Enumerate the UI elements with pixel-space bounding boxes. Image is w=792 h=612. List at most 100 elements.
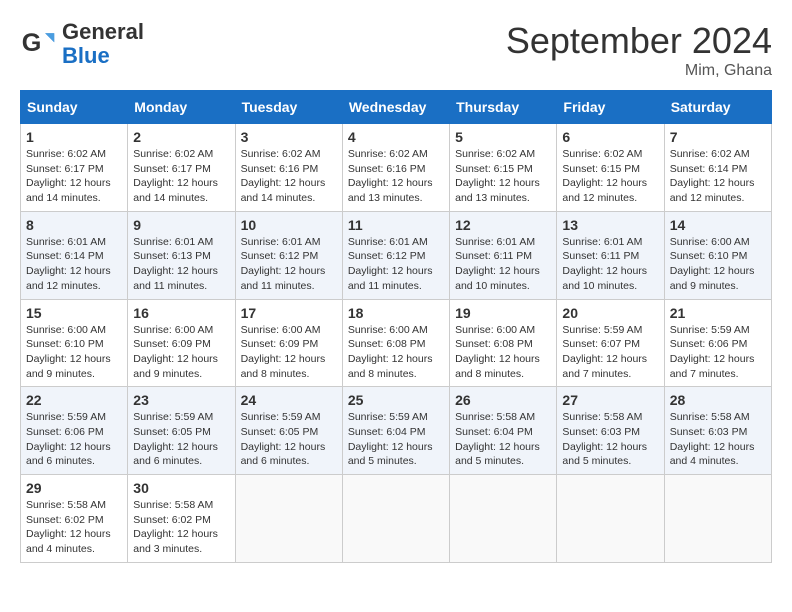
day-number: 17 <box>241 305 337 321</box>
day-header-friday: Friday <box>557 91 664 124</box>
day-info: Sunrise: 5:59 AM Sunset: 6:06 PM Dayligh… <box>26 410 122 469</box>
calendar-cell: 26 Sunrise: 5:58 AM Sunset: 6:04 PM Dayl… <box>450 387 557 475</box>
day-number: 19 <box>455 305 551 321</box>
calendar-cell: 2 Sunrise: 6:02 AM Sunset: 6:17 PM Dayli… <box>128 124 235 212</box>
calendar-week-row: 15 Sunrise: 6:00 AM Sunset: 6:10 PM Dayl… <box>21 299 772 387</box>
day-info: Sunrise: 5:58 AM Sunset: 6:03 PM Dayligh… <box>670 410 766 469</box>
calendar-cell: 7 Sunrise: 6:02 AM Sunset: 6:14 PM Dayli… <box>664 124 771 212</box>
svg-text:G: G <box>22 29 42 57</box>
calendar-week-row: 1 Sunrise: 6:02 AM Sunset: 6:17 PM Dayli… <box>21 124 772 212</box>
day-number: 24 <box>241 392 337 408</box>
day-number: 13 <box>562 217 658 233</box>
day-number: 16 <box>133 305 229 321</box>
day-number: 2 <box>133 129 229 145</box>
day-number: 25 <box>348 392 444 408</box>
day-number: 3 <box>241 129 337 145</box>
calendar-cell: 21 Sunrise: 5:59 AM Sunset: 6:06 PM Dayl… <box>664 299 771 387</box>
day-number: 14 <box>670 217 766 233</box>
calendar-table: SundayMondayTuesdayWednesdayThursdayFrid… <box>20 90 772 563</box>
calendar-cell: 10 Sunrise: 6:01 AM Sunset: 6:12 PM Dayl… <box>235 211 342 299</box>
day-number: 26 <box>455 392 551 408</box>
day-info: Sunrise: 6:00 AM Sunset: 6:10 PM Dayligh… <box>670 235 766 294</box>
day-info: Sunrise: 6:02 AM Sunset: 6:16 PM Dayligh… <box>241 147 337 206</box>
calendar-cell: 13 Sunrise: 6:01 AM Sunset: 6:11 PM Dayl… <box>557 211 664 299</box>
calendar-cell: 19 Sunrise: 6:00 AM Sunset: 6:08 PM Dayl… <box>450 299 557 387</box>
day-info: Sunrise: 5:59 AM Sunset: 6:07 PM Dayligh… <box>562 323 658 382</box>
day-info: Sunrise: 5:59 AM Sunset: 6:06 PM Dayligh… <box>670 323 766 382</box>
day-info: Sunrise: 6:01 AM Sunset: 6:11 PM Dayligh… <box>455 235 551 294</box>
calendar-cell: 5 Sunrise: 6:02 AM Sunset: 6:15 PM Dayli… <box>450 124 557 212</box>
calendar-cell: 18 Sunrise: 6:00 AM Sunset: 6:08 PM Dayl… <box>342 299 449 387</box>
calendar-cell: 8 Sunrise: 6:01 AM Sunset: 6:14 PM Dayli… <box>21 211 128 299</box>
calendar-cell <box>235 475 342 563</box>
day-info: Sunrise: 6:01 AM Sunset: 6:12 PM Dayligh… <box>241 235 337 294</box>
day-info: Sunrise: 6:00 AM Sunset: 6:09 PM Dayligh… <box>133 323 229 382</box>
calendar-cell <box>664 475 771 563</box>
location: Mim, Ghana <box>506 62 772 80</box>
calendar-cell: 22 Sunrise: 5:59 AM Sunset: 6:06 PM Dayl… <box>21 387 128 475</box>
calendar-cell: 9 Sunrise: 6:01 AM Sunset: 6:13 PM Dayli… <box>128 211 235 299</box>
calendar-cell: 20 Sunrise: 5:59 AM Sunset: 6:07 PM Dayl… <box>557 299 664 387</box>
day-number: 28 <box>670 392 766 408</box>
day-header-wednesday: Wednesday <box>342 91 449 124</box>
day-header-tuesday: Tuesday <box>235 91 342 124</box>
calendar-cell: 29 Sunrise: 5:58 AM Sunset: 6:02 PM Dayl… <box>21 475 128 563</box>
day-info: Sunrise: 6:01 AM Sunset: 6:11 PM Dayligh… <box>562 235 658 294</box>
day-info: Sunrise: 6:00 AM Sunset: 6:09 PM Dayligh… <box>241 323 337 382</box>
calendar-cell: 23 Sunrise: 5:59 AM Sunset: 6:05 PM Dayl… <box>128 387 235 475</box>
calendar-cell: 6 Sunrise: 6:02 AM Sunset: 6:15 PM Dayli… <box>557 124 664 212</box>
calendar-cell: 12 Sunrise: 6:01 AM Sunset: 6:11 PM Dayl… <box>450 211 557 299</box>
day-number: 20 <box>562 305 658 321</box>
calendar-cell: 11 Sunrise: 6:01 AM Sunset: 6:12 PM Dayl… <box>342 211 449 299</box>
day-info: Sunrise: 6:02 AM Sunset: 6:17 PM Dayligh… <box>133 147 229 206</box>
day-number: 1 <box>26 129 122 145</box>
logo-icon: G <box>20 26 56 62</box>
day-number: 21 <box>670 305 766 321</box>
day-info: Sunrise: 5:59 AM Sunset: 6:04 PM Dayligh… <box>348 410 444 469</box>
page-header: G General Blue September 2024 Mim, Ghana <box>20 20 772 80</box>
day-info: Sunrise: 6:01 AM Sunset: 6:13 PM Dayligh… <box>133 235 229 294</box>
calendar-cell <box>342 475 449 563</box>
calendar-header-row: SundayMondayTuesdayWednesdayThursdayFrid… <box>21 91 772 124</box>
calendar-cell: 30 Sunrise: 5:58 AM Sunset: 6:02 PM Dayl… <box>128 475 235 563</box>
calendar-cell: 28 Sunrise: 5:58 AM Sunset: 6:03 PM Dayl… <box>664 387 771 475</box>
day-number: 22 <box>26 392 122 408</box>
calendar-cell: 25 Sunrise: 5:59 AM Sunset: 6:04 PM Dayl… <box>342 387 449 475</box>
day-number: 4 <box>348 129 444 145</box>
day-info: Sunrise: 5:59 AM Sunset: 6:05 PM Dayligh… <box>241 410 337 469</box>
day-info: Sunrise: 6:02 AM Sunset: 6:16 PM Dayligh… <box>348 147 444 206</box>
logo-text: General Blue <box>62 20 144 68</box>
day-number: 9 <box>133 217 229 233</box>
day-header-monday: Monday <box>128 91 235 124</box>
calendar-cell: 14 Sunrise: 6:00 AM Sunset: 6:10 PM Dayl… <box>664 211 771 299</box>
calendar-week-row: 22 Sunrise: 5:59 AM Sunset: 6:06 PM Dayl… <box>21 387 772 475</box>
calendar-cell <box>450 475 557 563</box>
calendar-week-row: 29 Sunrise: 5:58 AM Sunset: 6:02 PM Dayl… <box>21 475 772 563</box>
day-header-thursday: Thursday <box>450 91 557 124</box>
day-info: Sunrise: 6:00 AM Sunset: 6:08 PM Dayligh… <box>348 323 444 382</box>
day-info: Sunrise: 5:58 AM Sunset: 6:03 PM Dayligh… <box>562 410 658 469</box>
day-info: Sunrise: 5:58 AM Sunset: 6:02 PM Dayligh… <box>26 498 122 557</box>
calendar-cell: 16 Sunrise: 6:00 AM Sunset: 6:09 PM Dayl… <box>128 299 235 387</box>
day-number: 27 <box>562 392 658 408</box>
calendar-week-row: 8 Sunrise: 6:01 AM Sunset: 6:14 PM Dayli… <box>21 211 772 299</box>
day-number: 10 <box>241 217 337 233</box>
day-number: 29 <box>26 480 122 496</box>
day-number: 7 <box>670 129 766 145</box>
title-section: September 2024 Mim, Ghana <box>506 20 772 80</box>
calendar-cell: 17 Sunrise: 6:00 AM Sunset: 6:09 PM Dayl… <box>235 299 342 387</box>
calendar-cell: 27 Sunrise: 5:58 AM Sunset: 6:03 PM Dayl… <box>557 387 664 475</box>
day-info: Sunrise: 6:02 AM Sunset: 6:15 PM Dayligh… <box>455 147 551 206</box>
day-number: 30 <box>133 480 229 496</box>
day-number: 11 <box>348 217 444 233</box>
day-info: Sunrise: 6:02 AM Sunset: 6:14 PM Dayligh… <box>670 147 766 206</box>
day-number: 5 <box>455 129 551 145</box>
day-number: 18 <box>348 305 444 321</box>
day-number: 23 <box>133 392 229 408</box>
day-info: Sunrise: 6:02 AM Sunset: 6:17 PM Dayligh… <box>26 147 122 206</box>
day-info: Sunrise: 5:59 AM Sunset: 6:05 PM Dayligh… <box>133 410 229 469</box>
day-header-sunday: Sunday <box>21 91 128 124</box>
day-info: Sunrise: 6:00 AM Sunset: 6:10 PM Dayligh… <box>26 323 122 382</box>
calendar-cell: 15 Sunrise: 6:00 AM Sunset: 6:10 PM Dayl… <box>21 299 128 387</box>
calendar-cell: 3 Sunrise: 6:02 AM Sunset: 6:16 PM Dayli… <box>235 124 342 212</box>
